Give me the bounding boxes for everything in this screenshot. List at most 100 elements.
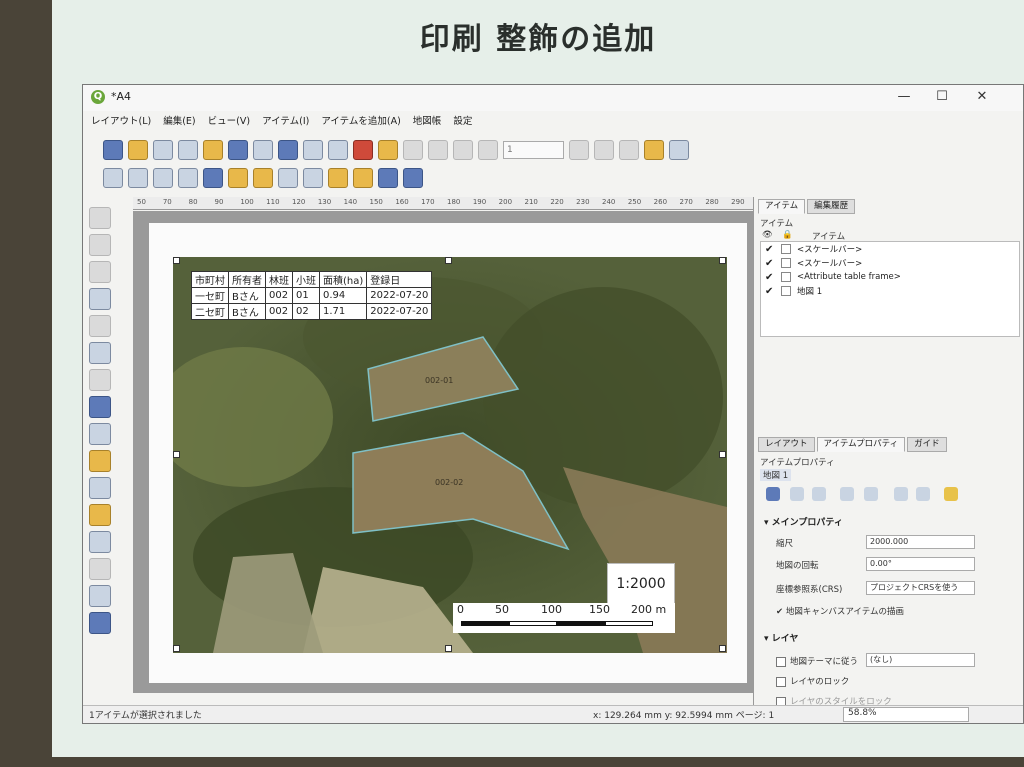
save-icon[interactable] [103,140,123,160]
raise-items-icon[interactable] [328,168,348,188]
add-html-icon[interactable] [89,585,111,607]
bookmark-icon[interactable] [944,487,958,501]
tab-layout[interactable]: レイアウト [758,437,815,452]
list-item[interactable]: ✔ <スケールバー> [761,242,1019,256]
selection-handle[interactable] [719,257,726,264]
layout-manager-icon[interactable] [178,140,198,160]
zoom-combo[interactable]: 58.8% [843,707,969,722]
open-folder-icon[interactable] [203,140,223,160]
add-attribute-table-icon[interactable] [89,612,111,634]
duplicate-layout-icon[interactable] [153,140,173,160]
tab-guides[interactable]: ガイド [907,437,947,452]
zoom-full-icon[interactable] [178,168,198,188]
atlas-print-icon[interactable] [619,140,639,160]
numeric-scale-label[interactable]: 1:2000 [607,563,675,605]
refresh-icon[interactable] [203,168,223,188]
visibility-checkbox[interactable]: ✔ [765,286,775,297]
zoom-out-icon[interactable] [128,168,148,188]
add-polyline-icon[interactable] [89,558,111,580]
labeling-settings-icon[interactable] [894,487,908,501]
redo-icon[interactable] [403,140,423,160]
layers-header[interactable]: ▾ レイヤ [764,631,798,644]
atlas-export-icon[interactable] [644,140,664,160]
visibility-checkbox[interactable]: ✔ [765,244,775,255]
next-feature-icon[interactable] [569,140,589,160]
menu-atlas[interactable]: 地図帳 [413,113,442,131]
ungroup-icon[interactable] [253,168,273,188]
menu-edit[interactable]: 編集(E) [163,113,195,131]
export-image-icon[interactable] [303,140,323,160]
lock-checkbox[interactable] [781,258,791,268]
first-feature-icon[interactable] [453,140,473,160]
set-scale-icon[interactable] [864,487,878,501]
undo-icon[interactable] [378,140,398,160]
print-icon[interactable] [278,140,298,160]
lock-checkbox[interactable] [781,286,791,296]
set-extent-icon[interactable] [790,487,804,501]
export-svg-icon[interactable] [328,140,348,160]
main-properties-header[interactable]: ▾ メインプロパティ [764,515,843,528]
selection-handle[interactable] [719,451,726,458]
atlas-page-combo[interactable]: 1 [503,141,564,159]
tab-items[interactable]: アイテム [758,199,806,214]
add-map-icon[interactable] [89,342,111,364]
list-item[interactable]: ✔ 地図 1 [761,284,1019,298]
menu-item[interactable]: アイテム(I) [262,113,309,131]
crs-select[interactable]: プロジェクトCRSを使う [866,581,975,595]
close-button[interactable]: ✕ [971,88,993,106]
selection-handle[interactable] [445,257,452,264]
add-legend-icon[interactable] [89,423,111,445]
tab-item-properties[interactable]: アイテムプロパティ [816,437,906,452]
tab-undo-history[interactable]: 編集履歴 [807,199,856,214]
pan-hand-icon[interactable] [89,207,111,229]
add-shape-icon[interactable] [89,504,111,526]
scale-field[interactable]: 2000.000 [866,535,975,549]
edit-nodes-icon[interactable] [89,315,111,337]
lock-checkbox[interactable] [781,244,791,254]
add-3d-map-icon[interactable] [89,369,111,391]
map-item[interactable]: 002-01 002-02 市町村 所有者 林班 小班 面積(ha) 登録日 一… [173,257,727,653]
lock-items-icon[interactable] [278,168,298,188]
follow-theme-checkbox[interactable]: 地図テーマに従う [776,655,858,667]
lock-layers-checkbox[interactable]: レイヤのロック [776,675,849,687]
selection-handle[interactable] [173,451,180,458]
selection-handle[interactable] [173,257,180,264]
distribute-items-icon[interactable] [378,168,398,188]
scalebar-item[interactable]: 0 50 100 150 200 m [453,603,675,633]
draw-items-checkbox[interactable]: ✔ 地図キャンバスアイテムの描画 [776,605,904,617]
list-item[interactable]: ✔ <Attribute table frame> [761,270,1019,284]
move-to-map-icon[interactable] [840,487,854,501]
add-label-icon[interactable] [89,477,111,499]
add-picture-icon[interactable] [89,396,111,418]
add-page-icon[interactable] [253,140,273,160]
menu-layout[interactable]: レイアウト(L) [91,113,151,131]
unlock-items-icon[interactable] [303,168,323,188]
select-move-icon[interactable] [89,261,111,283]
new-layout-icon[interactable] [128,140,148,160]
atlas-preview-icon[interactable] [428,140,448,160]
menu-view[interactable]: ビュー(V) [208,113,250,131]
export-pdf-icon[interactable] [353,140,373,160]
attribute-table-frame[interactable]: 市町村 所有者 林班 小班 面積(ha) 登録日 一セ町 Bさん 002 01 … [191,271,433,320]
group-icon[interactable] [228,168,248,188]
selection-handle[interactable] [719,645,726,652]
minimize-button[interactable]: — [893,88,915,106]
visibility-checkbox[interactable]: ✔ [765,258,775,269]
maximize-button[interactable]: ☐ [931,88,953,106]
last-feature-icon[interactable] [594,140,614,160]
selection-handle[interactable] [445,645,452,652]
zoom-100-icon[interactable] [153,168,173,188]
rotation-field[interactable]: 0.00° [866,557,975,571]
atlas-settings-icon[interactable] [669,140,689,160]
add-node-icon[interactable] [89,531,111,553]
resize-items-icon[interactable] [403,168,423,188]
theme-select[interactable]: (なし) [866,653,975,667]
zoom-in-icon[interactable] [103,168,123,188]
lock-checkbox[interactable] [781,272,791,282]
previous-feature-icon[interactable] [478,140,498,160]
list-item[interactable]: ✔ <スケールバー> [761,256,1019,270]
align-items-icon[interactable] [353,168,373,188]
menu-settings[interactable]: 設定 [453,113,472,131]
refresh-preview-icon[interactable] [766,487,780,501]
zoom-tool-icon[interactable] [89,234,111,256]
